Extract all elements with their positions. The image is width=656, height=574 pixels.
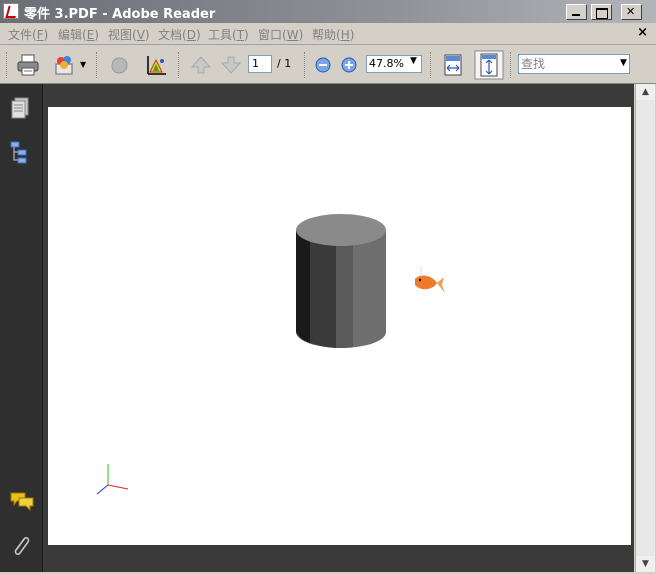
previous-page-icon[interactable] (188, 52, 214, 78)
print-icon[interactable] (15, 52, 41, 78)
window-title: 零件 3.PDF - Adobe Reader (24, 7, 216, 22)
minimize-button[interactable] (566, 4, 587, 20)
pages-icon[interactable] (9, 96, 33, 122)
fit-width-icon[interactable] (440, 52, 466, 78)
axis-triad-icon (96, 464, 129, 495)
toolbar: ▼ 1 / 1 47.8% ▼ 查找 ▼ (0, 46, 656, 84)
menu-document[interactable]: 文档(D) (158, 26, 201, 43)
3d-model-view[interactable] (48, 107, 631, 545)
menu-tools[interactable]: 工具(T) (208, 26, 249, 43)
menu-bar: 文件(F) 编辑(E) 视图(V) 文档(D) 工具(T) 窗口(W) 帮助(H… (0, 24, 656, 45)
search-dropdown-icon[interactable]: ▼ (620, 58, 627, 68)
comments-icon[interactable] (9, 490, 35, 512)
vertical-scrollbar[interactable]: ▲ ▼ (635, 84, 655, 572)
menu-window[interactable]: 窗口(W) (258, 26, 303, 43)
collaborate-icon[interactable] (52, 52, 78, 78)
next-page-icon[interactable] (218, 52, 244, 78)
toolbar-separator (96, 52, 99, 78)
fish-icon[interactable] (415, 267, 445, 293)
search-input[interactable]: 查找 (518, 54, 630, 74)
navigation-panel (0, 84, 43, 572)
bookmarks-icon[interactable] (9, 140, 33, 166)
adobe-reader-app-icon[interactable] (3, 3, 19, 19)
toolbar-separator (178, 52, 181, 78)
toolbar-separator (510, 52, 513, 78)
menu-help[interactable]: 帮助(H) (312, 26, 354, 43)
fit-page-icon[interactable] (474, 50, 504, 80)
toolbar-separator (304, 52, 307, 78)
menu-edit[interactable]: 编辑(E) (58, 26, 99, 43)
zoom-dropdown-icon[interactable]: ▼ (410, 56, 417, 66)
title-bar: 零件 3.PDF - Adobe Reader (0, 0, 656, 23)
attachments-icon[interactable] (9, 532, 33, 560)
toolbar-grip[interactable] (6, 52, 9, 78)
close-button[interactable] (621, 4, 642, 20)
hand-tool-icon[interactable] (106, 52, 132, 78)
page-total-label: / 1 (277, 57, 292, 70)
pdf-page[interactable] (48, 107, 631, 545)
scroll-up-icon[interactable]: ▲ (636, 84, 655, 100)
menu-file[interactable]: 文件(F) (8, 26, 48, 43)
collaborate-dropdown-icon[interactable]: ▼ (80, 60, 86, 69)
scroll-down-icon[interactable]: ▼ (636, 556, 655, 572)
close-document-icon[interactable]: × (637, 25, 648, 40)
menu-view[interactable]: 视图(V) (108, 26, 150, 43)
graph-tool-icon[interactable] (144, 52, 170, 78)
zoom-out-icon[interactable] (312, 54, 334, 76)
maximize-button[interactable] (591, 4, 612, 20)
page-number-input[interactable]: 1 (248, 55, 272, 73)
toolbar-separator (430, 52, 433, 78)
zoom-in-icon[interactable] (338, 54, 360, 76)
cylinder-model[interactable] (296, 214, 386, 348)
